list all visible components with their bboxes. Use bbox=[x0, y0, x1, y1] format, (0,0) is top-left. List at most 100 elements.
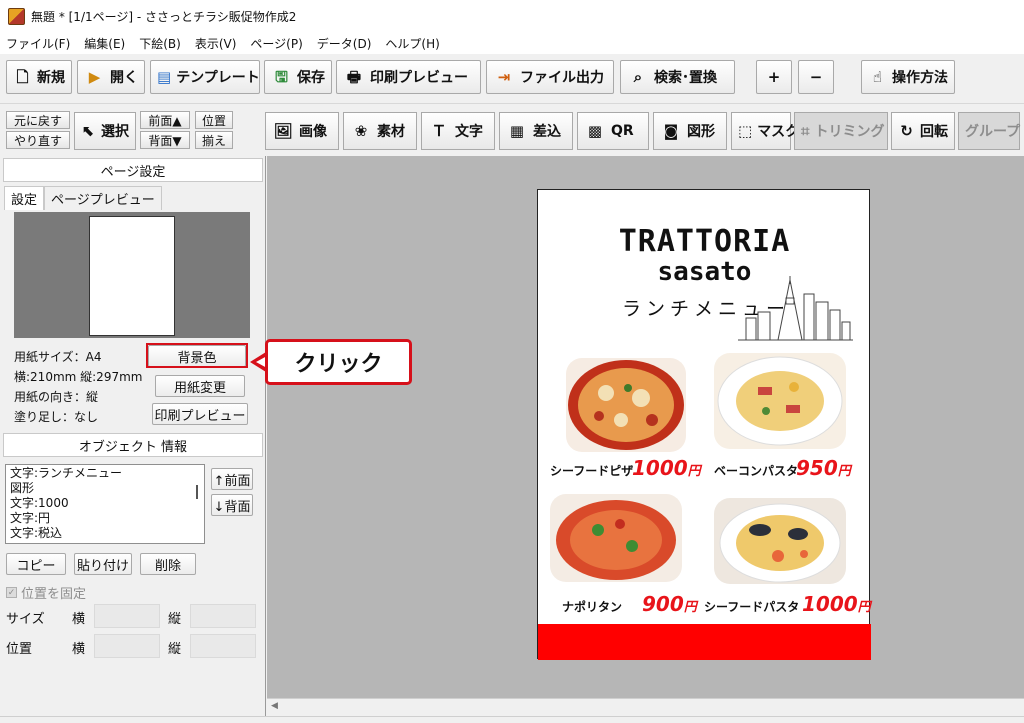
footer-red-band[interactable] bbox=[538, 624, 871, 660]
group-button[interactable]: グループ bbox=[958, 112, 1020, 150]
menu-underlay[interactable]: 下絵(B) bbox=[139, 35, 181, 52]
mask-icon: ⬚ bbox=[738, 122, 753, 140]
dish-price[interactable]: 1000円 bbox=[802, 592, 871, 616]
print-preview-button[interactable]: 🖶 印刷プレビュー bbox=[336, 60, 481, 94]
new-button[interactable]: 🗋 新規 bbox=[6, 60, 72, 94]
align-button-top[interactable]: 位置 bbox=[195, 111, 233, 129]
list-item[interactable]: 文字:ランチメニュー bbox=[10, 466, 200, 481]
copy-button[interactable]: コピー bbox=[6, 553, 66, 575]
shape-button[interactable]: ◙ 図形 bbox=[653, 112, 727, 150]
dish-name[interactable]: シーフードピザ bbox=[550, 462, 633, 479]
zoom-in-button[interactable]: + bbox=[756, 60, 792, 94]
object-info-header: オブジェクト 情報 bbox=[3, 433, 263, 457]
list-scrollbar[interactable] bbox=[196, 485, 198, 499]
flyer-page[interactable]: TRATTORIA sasato ランチメニュー シーフードピザ 1000円 ベ… bbox=[537, 189, 871, 660]
open-button[interactable]: ▶ 開く bbox=[77, 60, 145, 94]
window-title: 無題 * [1/1ページ] - ささっとチラシ販促物作成2 bbox=[31, 9, 297, 24]
size-label: サイズ bbox=[6, 612, 45, 627]
paste-button[interactable]: 貼り付け bbox=[74, 553, 132, 575]
position-x-field[interactable] bbox=[94, 634, 160, 658]
bleed-text: 塗り足し：なし bbox=[14, 410, 99, 424]
change-paper-button[interactable]: 用紙変更 bbox=[155, 375, 245, 397]
qr-button[interactable]: ▩ QR bbox=[577, 112, 649, 150]
dish-price[interactable]: 1000円 bbox=[632, 456, 701, 480]
delete-button[interactable]: 削除 bbox=[140, 553, 196, 575]
city-skyline-icon[interactable] bbox=[738, 274, 853, 342]
trimming-button[interactable]: ⌗ トリミング bbox=[794, 112, 888, 150]
bring-front-button[interactable]: 前面▲ bbox=[140, 111, 190, 129]
template-icon: ▤ bbox=[157, 68, 172, 86]
file-output-button[interactable]: ⇥ ファイル出力 bbox=[486, 60, 614, 94]
search-replace-button[interactable]: ⌕ 検索･置換 bbox=[620, 60, 735, 94]
dish-image-seafood-pasta[interactable] bbox=[714, 498, 846, 584]
dish-name[interactable]: ナポリタン bbox=[562, 598, 622, 615]
dish-name[interactable]: シーフードパスタ bbox=[704, 598, 799, 615]
list-item[interactable]: 文字:税込 bbox=[10, 526, 200, 541]
select-button[interactable]: ⬉ 選択 bbox=[74, 112, 136, 150]
list-item[interactable]: 文字:円 bbox=[10, 511, 200, 526]
document-merge-icon: ▦ bbox=[509, 122, 525, 140]
text-button[interactable]: Ｔ 文字 bbox=[421, 112, 495, 150]
dish-name[interactable]: ベーコンパスタ bbox=[714, 462, 798, 479]
size-height-field[interactable] bbox=[190, 604, 256, 628]
object-toolbar: 元に戻す やり直す ⬉ 選択 前面▲ 背面▼ 位置 揃え 🖼 画像 ❀ 素材 Ｔ… bbox=[0, 104, 1024, 156]
template-button[interactable]: ▤ テンプレート bbox=[150, 60, 260, 94]
main-toolbar: 🗋 新規 ▶ 開く ▤ テンプレート 🖫 保存 🖶 印刷プレビュー ⇥ ファイル… bbox=[0, 54, 1024, 104]
send-back-button[interactable]: 背面▼ bbox=[140, 131, 190, 149]
search-icon: ⌕ bbox=[633, 68, 643, 86]
rotate-button[interactable]: ↻ 回転 bbox=[891, 112, 955, 150]
dish-price[interactable]: 950円 bbox=[796, 456, 851, 480]
menu-view[interactable]: 表示(V) bbox=[195, 35, 237, 52]
open-folder-icon: ▶ bbox=[88, 68, 101, 86]
cursor-select-icon: ⬉ bbox=[82, 122, 95, 140]
object-front-button[interactable]: ↑前面 bbox=[211, 468, 253, 490]
menu-edit[interactable]: 編集(E) bbox=[84, 35, 125, 52]
rotate-icon: ↻ bbox=[900, 122, 913, 140]
dish-price[interactable]: 900円 bbox=[642, 592, 697, 616]
redo-button[interactable]: やり直す bbox=[6, 131, 70, 149]
menu-file[interactable]: ファイル(F) bbox=[6, 35, 70, 52]
printer-icon: 🖶 bbox=[346, 68, 362, 86]
scroll-left-icon[interactable]: ◀ bbox=[271, 701, 278, 711]
mask-button[interactable]: ⬚ マスク bbox=[731, 112, 799, 150]
list-item[interactable]: 図形 bbox=[10, 481, 200, 496]
image-icon: 🖼 bbox=[273, 122, 293, 140]
object-back-button[interactable]: ↓背面 bbox=[211, 494, 253, 516]
size-height-label: 縦 bbox=[168, 612, 182, 627]
list-item[interactable]: 文字:1000 bbox=[10, 496, 200, 511]
lock-position-checkbox[interactable]: ✓ bbox=[6, 587, 17, 598]
tab-settings[interactable]: 設定 bbox=[4, 186, 45, 210]
merge-button[interactable]: ▦ 差込 bbox=[499, 112, 573, 150]
align-button-bottom[interactable]: 揃え bbox=[195, 131, 233, 149]
file-export-icon: ⇥ bbox=[497, 68, 511, 86]
position-label: 位置 bbox=[6, 642, 33, 657]
object-list[interactable]: 文字:ランチメニュー 図形 文字:1000 文字:円 文字:税込 bbox=[5, 464, 205, 544]
left-panel: ページ設定 設定 ページプレビュー 用紙サイズ：A4 横:210mm 縦:297… bbox=[0, 156, 266, 716]
page-thumbnail-area bbox=[14, 212, 250, 338]
dish-image-bacon-pasta[interactable] bbox=[714, 353, 846, 449]
how-to-button[interactable]: ☝ 操作方法 bbox=[861, 60, 955, 94]
material-button[interactable]: ❀ 素材 bbox=[343, 112, 417, 150]
menu-page[interactable]: ページ(P) bbox=[250, 35, 302, 52]
save-button[interactable]: 🖫 保存 bbox=[264, 60, 332, 94]
undo-button[interactable]: 元に戻す bbox=[6, 111, 70, 129]
menu-bar: ファイル(F) 編集(E) 下絵(B) 表示(V) ページ(P) データ(D) … bbox=[0, 32, 1024, 54]
page-thumbnail[interactable] bbox=[89, 216, 175, 336]
zoom-out-button[interactable]: − bbox=[798, 60, 834, 94]
dish-image-seafood-pizza[interactable] bbox=[566, 358, 686, 452]
crop-icon: ⌗ bbox=[801, 122, 810, 140]
page-settings-tabs: 設定 ページプレビュー bbox=[4, 186, 162, 210]
lock-position-row: ✓ 位置を固定 bbox=[6, 583, 86, 602]
horizontal-scrollbar[interactable]: ◀ bbox=[267, 698, 1024, 716]
menu-help[interactable]: ヘルプ(H) bbox=[385, 35, 439, 52]
save-icon: 🖫 bbox=[275, 68, 288, 86]
image-button[interactable]: 🖼 画像 bbox=[265, 112, 339, 150]
title-bar: 無題 * [1/1ページ] - ささっとチラシ販促物作成2 bbox=[0, 0, 1024, 32]
menu-data[interactable]: データ(D) bbox=[317, 35, 372, 52]
position-y-field[interactable] bbox=[190, 634, 256, 658]
dish-image-napolitan[interactable] bbox=[550, 494, 682, 582]
size-width-field[interactable] bbox=[94, 604, 160, 628]
flyer-title-trattoria[interactable]: TRATTORIA bbox=[538, 224, 871, 259]
tab-page-preview[interactable]: ページプレビュー bbox=[44, 186, 162, 210]
print-preview-small-button[interactable]: 印刷プレビュー bbox=[152, 403, 248, 425]
